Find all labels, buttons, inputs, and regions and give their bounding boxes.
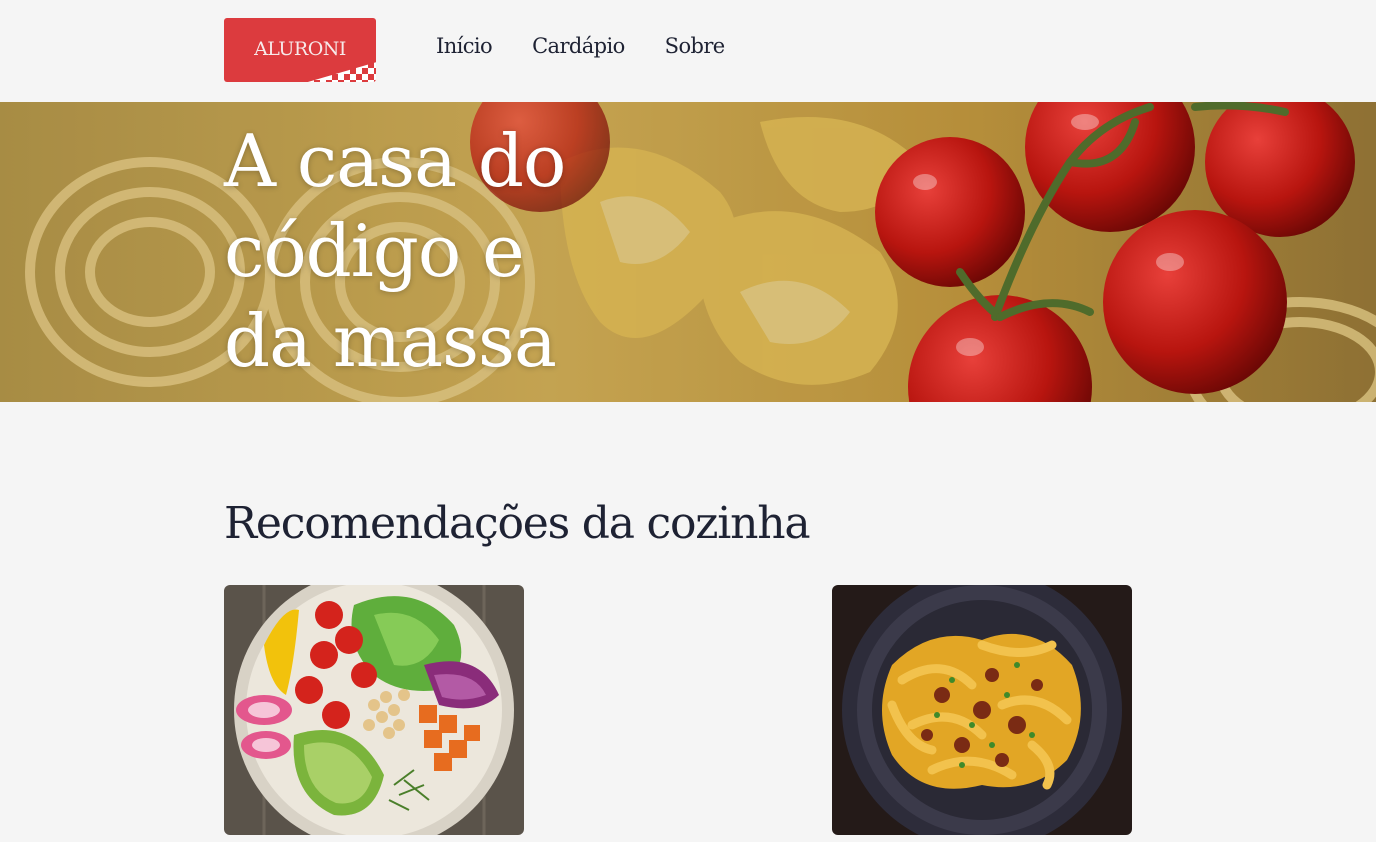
dish-card-salad[interactable] [224,585,524,835]
nav-link-inicio[interactable]: Início [436,34,493,58]
pasta-bowl-image [832,585,1132,835]
dish-card-pasta[interactable] [832,585,1132,835]
checkered-pattern-icon [307,62,376,82]
hero-banner: A casa do código e da massa [0,102,1376,402]
salad-bowl-image [224,585,524,835]
main-nav: Início Cardápio Sobre [436,34,725,58]
hero-title-line-2: código e [224,209,525,293]
nav-link-cardapio[interactable]: Cardápio [532,34,625,58]
recommendations-title: Recomendações da cozinha [224,498,811,549]
aluroni-logo[interactable]: ALURONI [224,18,376,82]
site-header: ALURONI Início Cardápio Sobre [0,0,1376,102]
hero-pasta-tomatoes-image [0,102,1376,402]
logo-text: ALURONI [254,38,346,60]
nav-link-sobre[interactable]: Sobre [665,34,726,58]
hero-title-line-3: da massa [224,299,557,383]
hero-title-line-1: A casa do [224,119,566,203]
hero-title: A casa do código e da massa [224,116,644,386]
